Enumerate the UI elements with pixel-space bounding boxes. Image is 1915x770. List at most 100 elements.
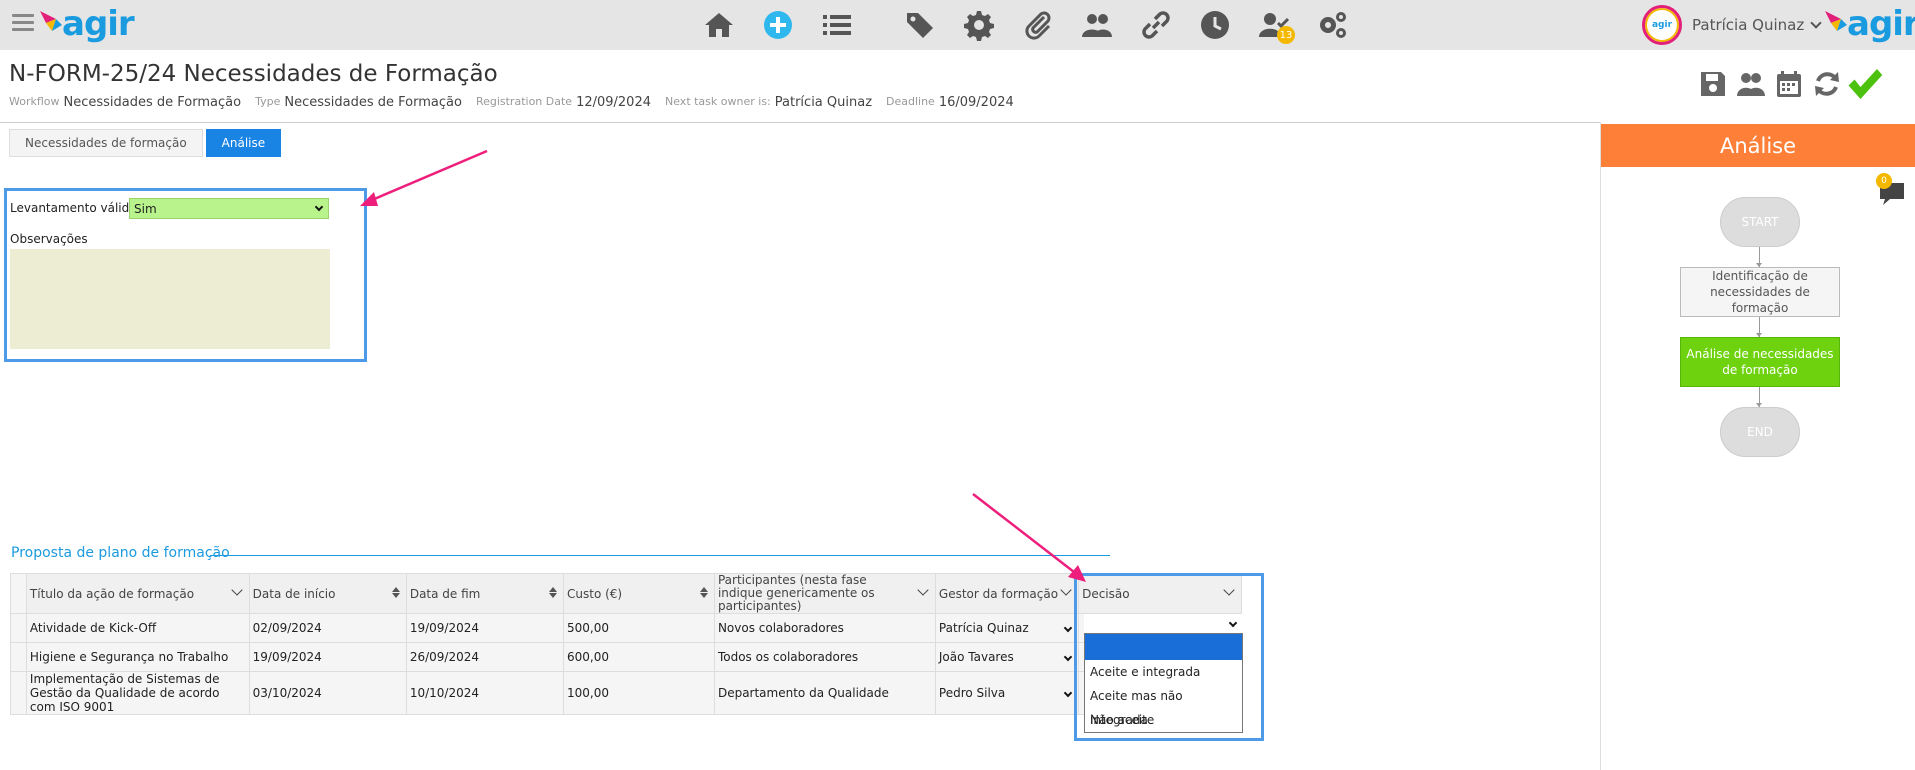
cell-fim[interactable]: 26/09/2024 bbox=[405, 642, 565, 672]
logo-mark-icon bbox=[40, 11, 62, 31]
cell-gestor-select[interactable]: João Tavares bbox=[934, 642, 1080, 672]
row-handle-header bbox=[10, 573, 27, 614]
decisao-option-empty[interactable] bbox=[1085, 634, 1242, 660]
cell-titulo[interactable]: Atividade de Kick-Off bbox=[25, 613, 250, 643]
row-handle bbox=[10, 642, 27, 672]
annotation-arrow-decision bbox=[972, 493, 1075, 573]
logo-text: agir bbox=[1847, 4, 1915, 44]
levantamento-label: Levantamento válido? bbox=[10, 201, 143, 215]
cell-fim[interactable]: 19/09/2024 bbox=[405, 613, 565, 643]
cell-custo[interactable]: 500,00 bbox=[563, 613, 715, 643]
cell-participantes[interactable]: Todos os colaboradores bbox=[713, 642, 936, 672]
assign-users-icon[interactable] bbox=[1733, 66, 1769, 102]
approve-check-icon[interactable] bbox=[1847, 66, 1883, 102]
main-nav: 13 bbox=[700, 6, 1373, 44]
training-plan-table: Título da ação de formação Data de iníci… bbox=[10, 573, 1242, 715]
registration-date-value: 12/09/2024 bbox=[576, 95, 651, 110]
cogs-icon[interactable] bbox=[1314, 6, 1352, 44]
chevron-down-icon bbox=[1063, 652, 1073, 662]
document-meta: Workflow Necessidades de Formação Type N… bbox=[9, 95, 1028, 110]
decisao-option-aceite-integrada[interactable]: Aceite e integrada bbox=[1085, 660, 1242, 684]
avatar: agir bbox=[1642, 5, 1682, 45]
gestor-value: Patrícia Quinaz bbox=[938, 621, 1029, 635]
save-icon[interactable] bbox=[1695, 66, 1731, 102]
row-handle bbox=[10, 671, 27, 715]
cell-participantes[interactable]: Novos colaboradores bbox=[713, 613, 936, 643]
top-bar: agir 13 agir Patrícia Quinaz agir bbox=[0, 0, 1915, 50]
chevron-down-icon bbox=[1063, 688, 1073, 698]
owner-label: Next task owner is: bbox=[665, 95, 771, 108]
cell-custo[interactable]: 100,00 bbox=[563, 671, 715, 715]
column-header-participantes[interactable]: Participantes (nesta fase indique generi… bbox=[713, 573, 936, 614]
table-row[interactable]: Higiene e Segurança no Trabalho 19/09/20… bbox=[10, 642, 1242, 672]
cell-custo[interactable]: 600,00 bbox=[563, 642, 715, 672]
column-header-gestor[interactable]: Gestor da formação bbox=[934, 573, 1080, 614]
workflow-label: Workflow bbox=[9, 95, 60, 108]
cell-inicio[interactable]: 02/09/2024 bbox=[248, 613, 407, 643]
cell-inicio[interactable]: 19/09/2024 bbox=[248, 642, 407, 672]
workflow-step-identificacao[interactable]: Identificação de necessidades de formaçã… bbox=[1680, 267, 1840, 317]
section-title: Proposta de plano de formação bbox=[11, 545, 230, 561]
link-icon[interactable] bbox=[1137, 6, 1175, 44]
table-row[interactable]: Implementação de Sistemas de Gestão da Q… bbox=[10, 671, 1242, 715]
table-row[interactable]: Atividade de Kick-Off 02/09/2024 19/09/2… bbox=[10, 613, 1242, 643]
document-actions bbox=[1695, 66, 1885, 102]
panel-title: Análise bbox=[1601, 124, 1915, 167]
tab-analise[interactable]: Análise bbox=[205, 129, 282, 157]
workflow-connector bbox=[1756, 317, 1762, 337]
sort-icon bbox=[391, 587, 400, 598]
cell-gestor-select[interactable]: Patrícia Quinaz bbox=[934, 613, 1080, 643]
tags-icon[interactable] bbox=[901, 6, 939, 44]
cell-gestor-select[interactable]: Pedro Silva bbox=[934, 671, 1080, 715]
row-handle bbox=[10, 613, 27, 643]
cell-participantes[interactable]: Departamento da Qualidade bbox=[713, 671, 936, 715]
user-menu[interactable]: agir Patrícia Quinaz bbox=[1642, 4, 1822, 46]
column-header-fim[interactable]: Data de fim bbox=[405, 573, 565, 614]
column-header-custo[interactable]: Custo (€) bbox=[563, 573, 715, 614]
logo-mark-icon bbox=[1825, 11, 1847, 31]
decisao-option-aceite-nao-integrada[interactable]: Aceite mas não integrada bbox=[1085, 684, 1242, 727]
brand-logo: agir bbox=[1825, 2, 1915, 46]
page-title: N-FORM-25/24 Necessidades de Formação bbox=[9, 61, 498, 87]
levantamento-value: Sim bbox=[134, 201, 157, 216]
cell-inicio[interactable]: 03/10/2024 bbox=[248, 671, 407, 715]
workflow-connector bbox=[1756, 387, 1762, 407]
cell-fim[interactable]: 10/10/2024 bbox=[405, 671, 565, 715]
levantamento-select[interactable]: Sim bbox=[129, 198, 329, 219]
decisao-select[interactable] bbox=[1084, 614, 1244, 634]
gear-icon[interactable] bbox=[960, 6, 998, 44]
workflow-value: Necessidades de Formação bbox=[63, 95, 242, 110]
tasks-count-badge: 13 bbox=[1277, 26, 1295, 44]
workflow-step-analise[interactable]: Análise de necessidades de formação bbox=[1680, 337, 1840, 387]
users-icon[interactable] bbox=[1078, 6, 1116, 44]
observacoes-textarea[interactable] bbox=[10, 249, 330, 349]
column-header-inicio[interactable]: Data de início bbox=[248, 573, 407, 614]
workflow-connector bbox=[1756, 247, 1762, 267]
column-header-titulo[interactable]: Título da ação de formação bbox=[25, 573, 250, 614]
cell-titulo[interactable]: Implementação de Sistemas de Gestão da Q… bbox=[25, 671, 250, 715]
refresh-icon[interactable] bbox=[1809, 66, 1845, 102]
calendar-icon[interactable] bbox=[1771, 66, 1807, 102]
tab-necessidades[interactable]: Necessidades de formação bbox=[9, 129, 203, 157]
user-tasks-icon[interactable]: 13 bbox=[1255, 6, 1295, 44]
logo-text: agir bbox=[62, 4, 135, 44]
clock-icon[interactable] bbox=[1196, 6, 1234, 44]
gestor-value: João Tavares bbox=[938, 650, 1014, 664]
chevron-down-icon bbox=[314, 202, 324, 212]
user-name: Patrícia Quinaz bbox=[1692, 16, 1805, 34]
sort-icon bbox=[699, 587, 708, 598]
paperclip-icon[interactable] bbox=[1019, 6, 1057, 44]
app-logo[interactable]: agir bbox=[40, 2, 135, 46]
list-icon[interactable] bbox=[818, 6, 856, 44]
chevron-down-icon bbox=[917, 584, 929, 596]
add-icon[interactable] bbox=[759, 6, 797, 44]
chevron-down-icon bbox=[1228, 618, 1238, 628]
workflow-end-node: END bbox=[1720, 407, 1800, 457]
decisao-option-nao-aceite[interactable]: Não aceite bbox=[1085, 708, 1242, 732]
workflow-start-node: START bbox=[1720, 197, 1800, 247]
menu-icon[interactable] bbox=[12, 14, 34, 32]
decisao-options-list[interactable]: Aceite e integrada Aceite mas não integr… bbox=[1084, 633, 1243, 733]
cell-titulo[interactable]: Higiene e Segurança no Trabalho bbox=[25, 642, 250, 672]
home-icon[interactable] bbox=[700, 6, 738, 44]
tab-bar: Necessidades de formação Análise bbox=[9, 129, 282, 157]
